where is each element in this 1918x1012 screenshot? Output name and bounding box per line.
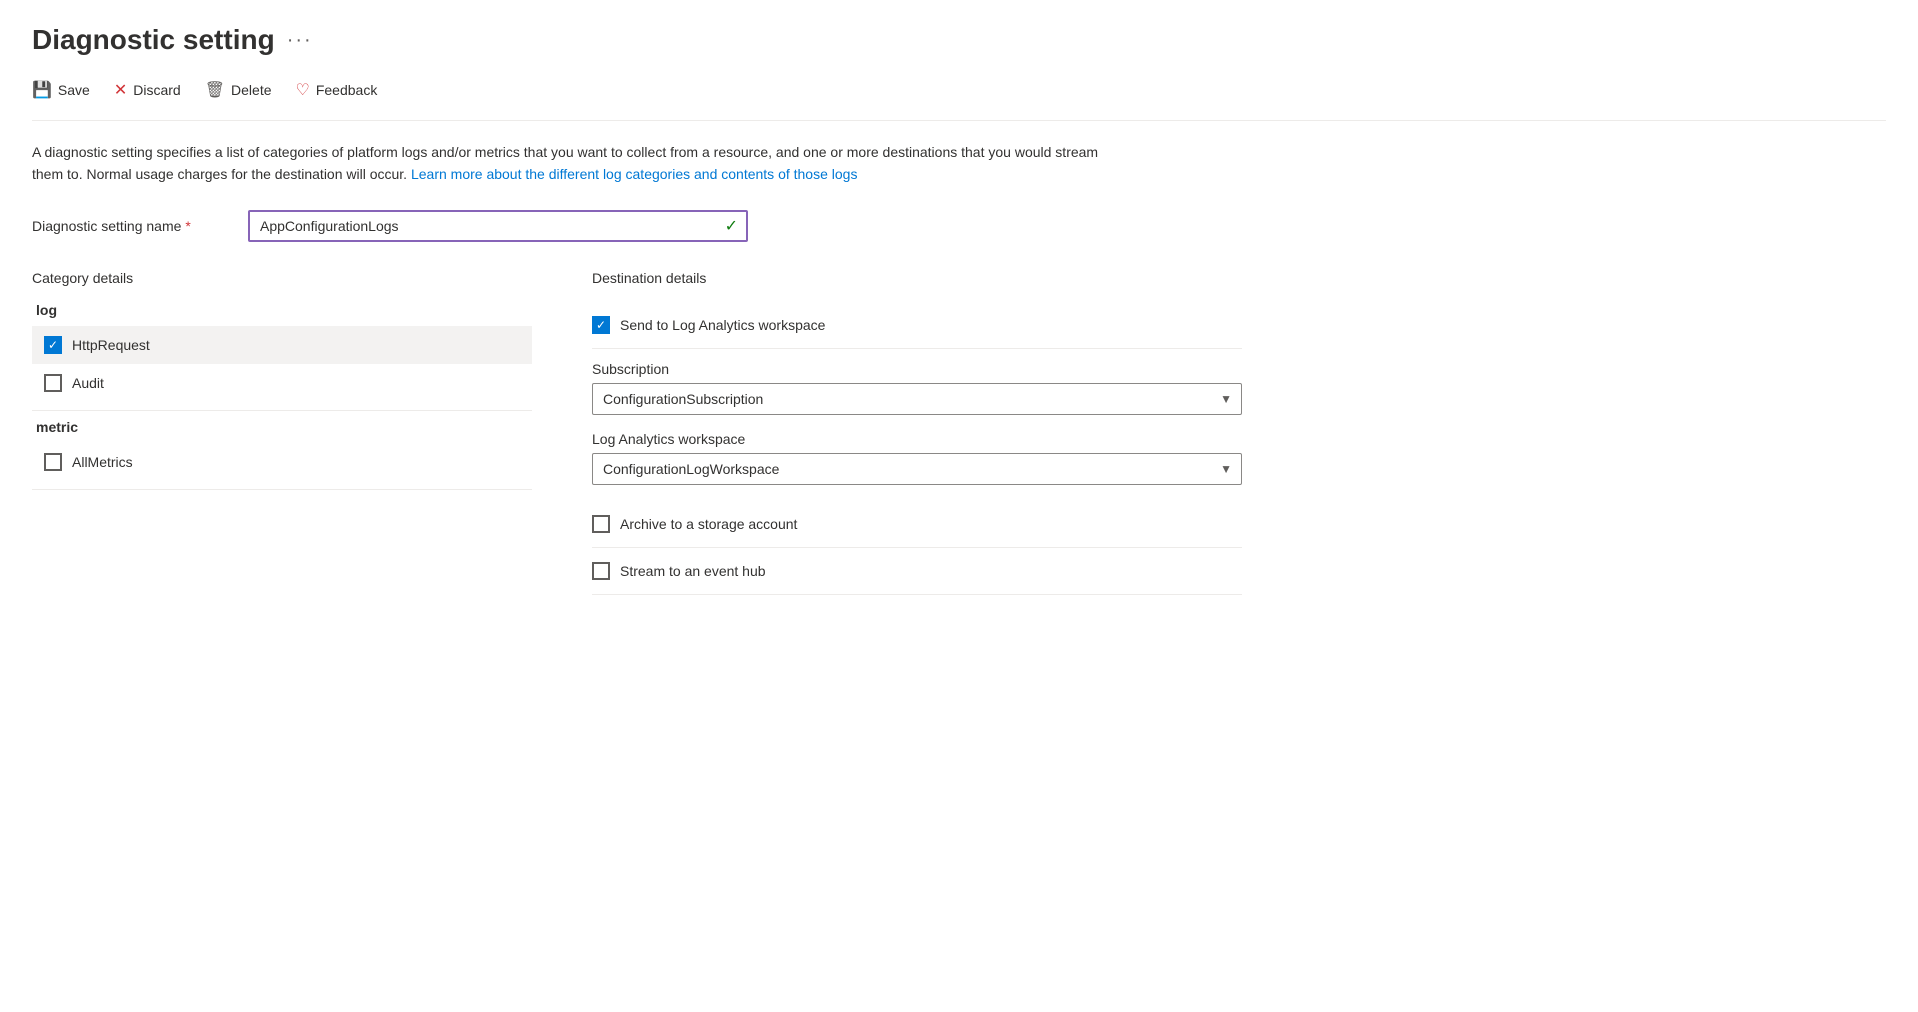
category-item-allmetrics: AllMetrics bbox=[32, 443, 532, 481]
workspace-dropdown[interactable]: ConfigurationLogWorkspace bbox=[592, 453, 1242, 485]
setting-name-row: Diagnostic setting name * ✓ bbox=[32, 210, 1886, 242]
send-to-analytics-label: Send to Log Analytics workspace bbox=[620, 317, 825, 333]
main-content: Category details log HttpRequest Audit m… bbox=[32, 270, 1886, 595]
checkbox-httprequest[interactable] bbox=[44, 336, 62, 354]
required-indicator: * bbox=[185, 218, 190, 234]
subscription-label: Subscription bbox=[592, 361, 1242, 377]
log-group: log HttpRequest Audit bbox=[32, 302, 532, 402]
delete-icon: 🗑 bbox=[205, 80, 225, 100]
category-item-httprequest: HttpRequest bbox=[32, 326, 532, 364]
allmetrics-label: AllMetrics bbox=[72, 454, 133, 470]
httprequest-label: HttpRequest bbox=[72, 337, 150, 353]
log-group-label: log bbox=[32, 302, 532, 318]
category-item-audit: Audit bbox=[32, 364, 532, 402]
description-text: A diagnostic setting specifies a list of… bbox=[32, 141, 1132, 186]
workspace-label: Log Analytics workspace bbox=[592, 431, 1242, 447]
archive-row: Archive to a storage account bbox=[592, 501, 1242, 548]
checkbox-allmetrics[interactable] bbox=[44, 453, 62, 471]
delete-label: Delete bbox=[231, 82, 271, 98]
feedback-button[interactable]: ♡ Feedback bbox=[296, 76, 378, 104]
category-details-title: Category details bbox=[32, 270, 532, 286]
bottom-divider bbox=[32, 489, 532, 490]
save-label: Save bbox=[58, 82, 90, 98]
destination-details-title: Destination details bbox=[592, 270, 1242, 286]
metric-group-label: metric bbox=[32, 419, 532, 435]
discard-label: Discard bbox=[133, 82, 180, 98]
save-button[interactable]: 💾 Save bbox=[32, 76, 90, 104]
discard-icon: ✕ bbox=[114, 80, 127, 100]
category-details-section: Category details log HttpRequest Audit m… bbox=[32, 270, 532, 595]
checkbox-archive[interactable] bbox=[592, 515, 610, 533]
stream-row: Stream to an event hub bbox=[592, 548, 1242, 595]
feedback-icon: ♡ bbox=[296, 80, 310, 100]
subscription-dropdown[interactable]: ConfigurationSubscription bbox=[592, 383, 1242, 415]
archive-label: Archive to a storage account bbox=[620, 516, 797, 532]
save-icon: 💾 bbox=[32, 80, 52, 100]
checkbox-send-to-analytics[interactable] bbox=[592, 316, 610, 334]
page-title-section: Diagnostic setting ··· bbox=[32, 24, 1886, 56]
subscription-dropdown-wrapper: ConfigurationSubscription ▼ bbox=[592, 383, 1242, 415]
send-to-analytics-row: Send to Log Analytics workspace bbox=[592, 302, 1242, 349]
learn-more-link[interactable]: Learn more about the different log categ… bbox=[411, 166, 857, 182]
toolbar: 💾 Save ✕ Discard 🗑 Delete ♡ Feedback bbox=[32, 76, 1886, 121]
setting-name-input-wrapper: ✓ bbox=[248, 210, 748, 242]
log-metric-divider bbox=[32, 410, 532, 411]
setting-name-label: Diagnostic setting name * bbox=[32, 218, 232, 234]
delete-button[interactable]: 🗑 Delete bbox=[205, 76, 272, 104]
subscription-workspace-section: Subscription ConfigurationSubscription ▼… bbox=[592, 349, 1242, 485]
feedback-label: Feedback bbox=[316, 82, 377, 98]
audit-label: Audit bbox=[72, 375, 104, 391]
valid-check-icon: ✓ bbox=[725, 216, 738, 236]
checkbox-audit[interactable] bbox=[44, 374, 62, 392]
ellipsis-menu-button[interactable]: ··· bbox=[287, 29, 313, 52]
page-title: Diagnostic setting bbox=[32, 24, 275, 56]
discard-button[interactable]: ✕ Discard bbox=[114, 76, 181, 104]
destination-details-section: Destination details Send to Log Analytic… bbox=[592, 270, 1242, 595]
metric-group: metric AllMetrics bbox=[32, 419, 532, 481]
setting-name-input[interactable] bbox=[248, 210, 748, 242]
checkbox-stream[interactable] bbox=[592, 562, 610, 580]
stream-label: Stream to an event hub bbox=[620, 563, 766, 579]
workspace-dropdown-wrapper: ConfigurationLogWorkspace ▼ bbox=[592, 453, 1242, 485]
